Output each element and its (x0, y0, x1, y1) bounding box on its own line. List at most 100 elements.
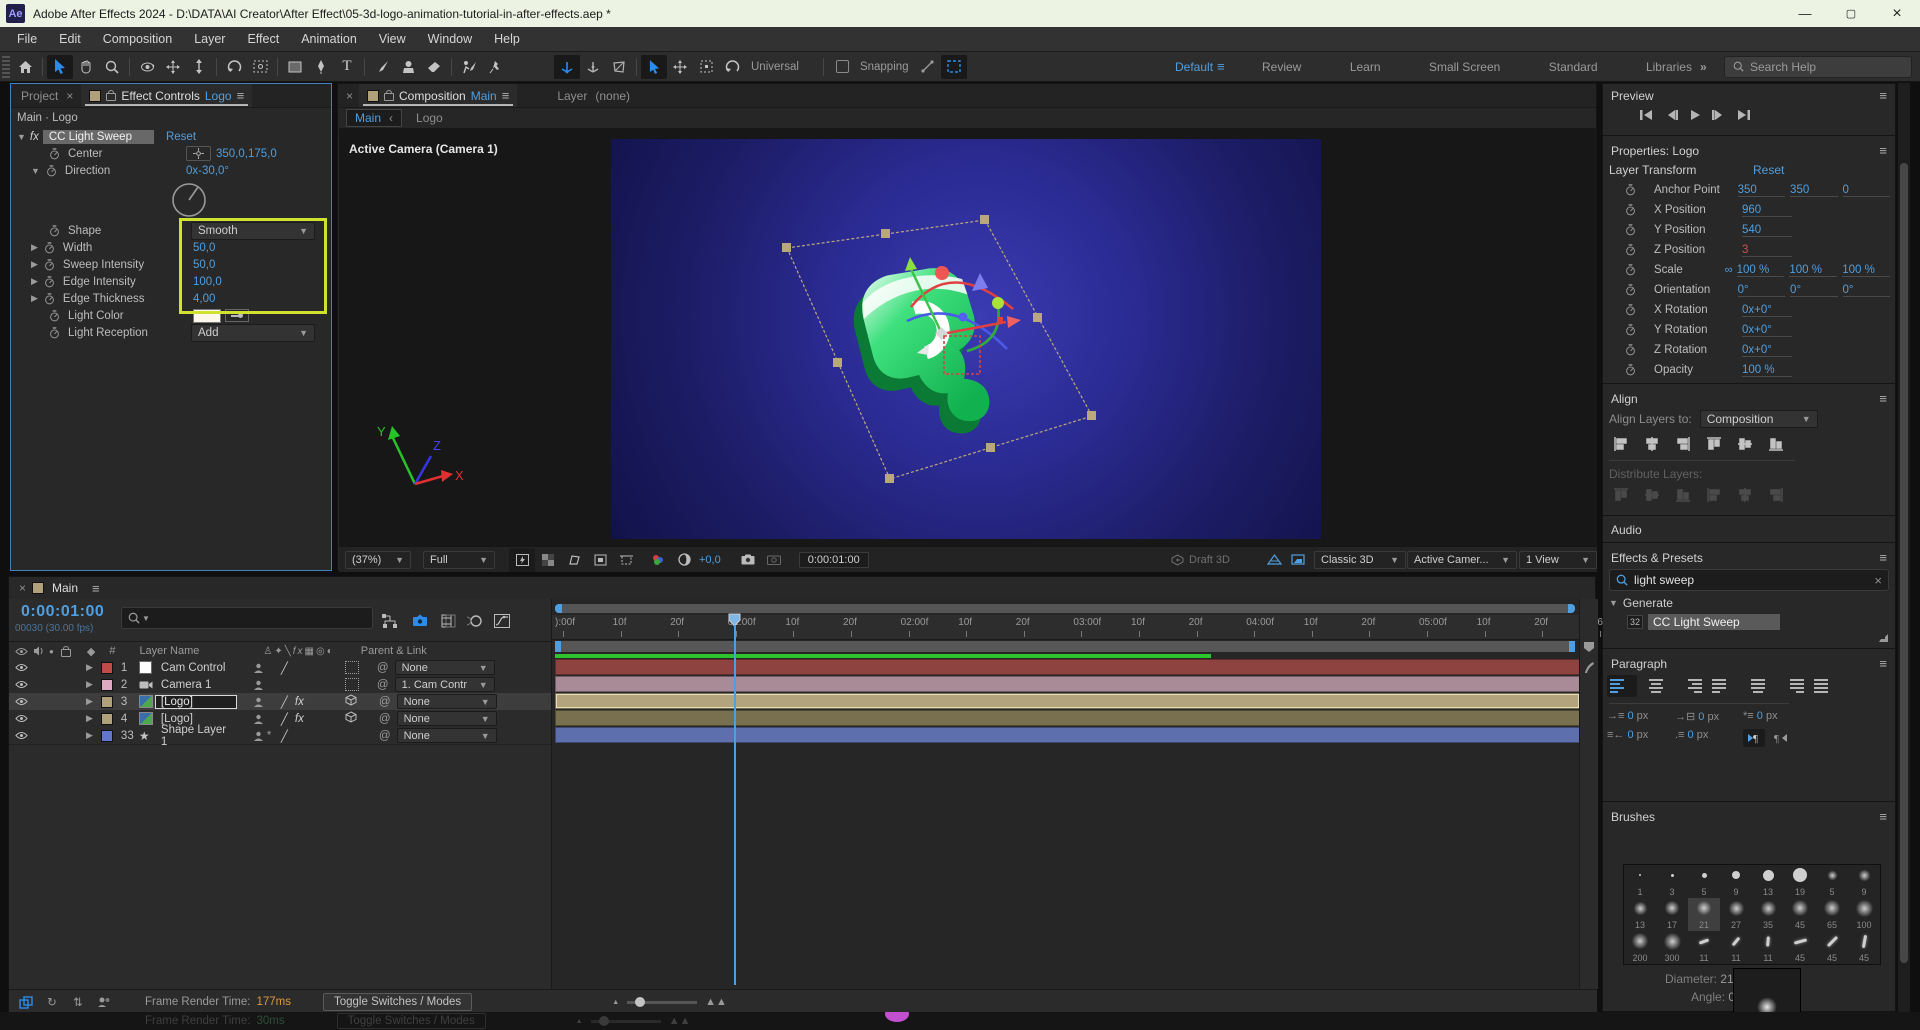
ground-plane-icon[interactable] (1285, 548, 1311, 572)
stopwatch-icon[interactable] (1625, 264, 1636, 276)
region-of-interest-icon[interactable] (587, 548, 613, 572)
layer-row-shapelayer1[interactable]: ▶33★Shape Layer 1*╱fx@None▼ (9, 727, 551, 745)
view-count-dropdown[interactable]: 1 View▼ (1519, 551, 1597, 569)
menu-item[interactable]: View (368, 32, 417, 46)
brush-preset[interactable]: 200 (1624, 931, 1656, 964)
transform-reset-link[interactable]: Reset (1753, 163, 1784, 177)
previous-frame-button[interactable] (1665, 109, 1679, 124)
indent-first-line-field[interactable]: →⊟ 0 px (1675, 710, 1743, 723)
snap-guides-icon[interactable] (915, 55, 941, 79)
time-navigator[interactable] (555, 604, 1575, 613)
brush-preset[interactable]: 300 (1656, 931, 1688, 964)
exposure-icon[interactable] (671, 548, 697, 572)
stopwatch-icon[interactable] (1625, 184, 1636, 196)
draft-3d-toggle[interactable]: Draft 3D (1171, 554, 1230, 566)
brush-preset-selected[interactable]: 21 (1688, 898, 1720, 931)
layer-fx-icon[interactable]: fx (295, 713, 313, 725)
brush-preset[interactable]: 11 (1688, 931, 1720, 964)
property-value[interactable]: 540 (1742, 224, 1792, 237)
brush-preset[interactable]: 9 (1848, 865, 1880, 898)
comp-timecode[interactable]: 0:00:01:00 (799, 552, 869, 568)
stopwatch-icon[interactable] (44, 293, 55, 305)
space-before-field[interactable]: ≡← 0 px (1607, 729, 1675, 747)
orbit-camera-tool[interactable] (134, 55, 160, 79)
layer-expand-icon[interactable]: ▶ (86, 713, 93, 724)
brush-preset[interactable]: 45 (1848, 931, 1880, 964)
layer-3d-icon[interactable] (345, 711, 361, 726)
stopwatch-icon[interactable] (49, 148, 60, 160)
edge-thickness-value[interactable]: 4,00 (193, 293, 215, 305)
property-value[interactable]: 100 % (1789, 264, 1837, 277)
layer-fx-icon[interactable]: fx (295, 696, 313, 708)
transparency-grid-icon[interactable] (535, 548, 561, 572)
frame-blending-icon[interactable] (435, 609, 461, 633)
property-value[interactable]: 0x+0° (1742, 344, 1792, 357)
timeline-zoom-slider[interactable] (627, 1001, 697, 1004)
layer-expand-icon[interactable]: ▶ (86, 662, 93, 673)
layer-fx-icon[interactable]: fx (295, 662, 313, 674)
stopwatch-icon[interactable] (44, 259, 55, 271)
expand-icon[interactable]: ▶ (31, 276, 38, 287)
layer-3d-placeholder-icon[interactable] (345, 661, 359, 674)
panel-menu-icon[interactable]: ≡ (237, 88, 245, 103)
distribute-left-button[interactable] (1702, 485, 1726, 505)
brush-preset[interactable]: 17 (1656, 898, 1688, 931)
timeline-menu-icon[interactable]: ≡ (92, 581, 100, 596)
preview-menu-icon[interactable]: ≡ (1879, 88, 1887, 103)
layer-visibility-icon[interactable] (15, 714, 28, 723)
paragraph-align-justify-last-left-button[interactable] (1709, 675, 1739, 697)
brush-preset[interactable]: 19 (1784, 865, 1816, 898)
brush-preset[interactable]: 65 (1816, 898, 1848, 931)
property-value[interactable]: 0° (1738, 284, 1785, 297)
property-value[interactable]: 3 (1742, 244, 1792, 257)
last-frame-button[interactable] (1735, 109, 1751, 124)
exposure-value[interactable]: +0,0 (699, 554, 721, 566)
selection-tool[interactable] (47, 55, 73, 79)
layer-label-swatch[interactable] (101, 662, 113, 674)
effects-presets-menu-icon[interactable]: ≡ (1879, 550, 1887, 565)
indent-left-field[interactable]: →≡ 0 px (1607, 710, 1675, 723)
layer-quality-icon[interactable]: ╱ (281, 695, 295, 709)
tab-project-close-icon[interactable]: × (66, 89, 73, 103)
layer-quality-icon[interactable]: ╱ (281, 729, 295, 743)
first-frame-button[interactable] (1639, 109, 1655, 124)
expand-render-time-icon[interactable] (91, 990, 117, 1014)
zoom-out-mountain-icon[interactable]: ▲ (612, 999, 619, 1006)
rectangle-tool[interactable] (282, 55, 308, 79)
layer-shy-icon[interactable] (253, 697, 267, 707)
distribute-bottom-button[interactable] (1671, 485, 1695, 505)
workspace-item[interactable]: Learn (1350, 60, 1381, 74)
layer-3d-placeholder-icon[interactable] (345, 678, 359, 691)
expand-transfer-controls-icon[interactable]: ↻ (39, 990, 65, 1014)
stopwatch-icon[interactable] (49, 310, 60, 322)
marquee-3d-icon[interactable] (941, 55, 967, 79)
layer-visibility-icon[interactable] (15, 663, 28, 672)
properties-menu-icon[interactable]: ≡ (1879, 143, 1887, 158)
parent-pickwhip-icon[interactable]: @ (379, 713, 391, 725)
composition-mini-flowchart-icon[interactable] (377, 609, 403, 633)
magnification-dropdown[interactable]: (37%)▼ (345, 551, 411, 569)
stopwatch-icon[interactable] (1625, 324, 1636, 336)
stopwatch-icon[interactable] (1625, 224, 1636, 236)
menu-item[interactable]: Effect (236, 32, 290, 46)
workspace-menu-icon[interactable]: ≡ (1217, 59, 1225, 74)
layer-visibility-icon[interactable] (15, 697, 28, 706)
gizmo-rotate-tool[interactable] (719, 55, 745, 79)
stopwatch-icon[interactable] (1625, 244, 1636, 256)
pan-camera-tool[interactable] (160, 55, 186, 79)
layer-row-camcontrol[interactable]: ▶1Cam Control*╱fx@None▼ (9, 659, 551, 677)
layer-duration-bar[interactable] (555, 659, 1580, 675)
channel-rgb-icon[interactable] (645, 548, 671, 572)
panel-menu-icon[interactable]: ≡ (502, 88, 510, 103)
timeline-tab-close-icon[interactable]: × (19, 581, 26, 595)
brush-preset[interactable]: 45 (1816, 931, 1848, 964)
snapshot-icon[interactable] (735, 548, 761, 572)
layer-collapse-icon[interactable]: * (267, 713, 281, 725)
layer-fx-icon[interactable]: fx (295, 679, 313, 691)
property-value[interactable]: 350 (1790, 184, 1837, 197)
align-vc-button[interactable] (1733, 434, 1757, 454)
tab-layer-label[interactable]: Layer (557, 89, 587, 103)
expand-icon[interactable]: ▶ (31, 293, 38, 304)
distribute-right-button[interactable] (1764, 485, 1788, 505)
layer-collapse-icon[interactable]: * (267, 730, 281, 742)
